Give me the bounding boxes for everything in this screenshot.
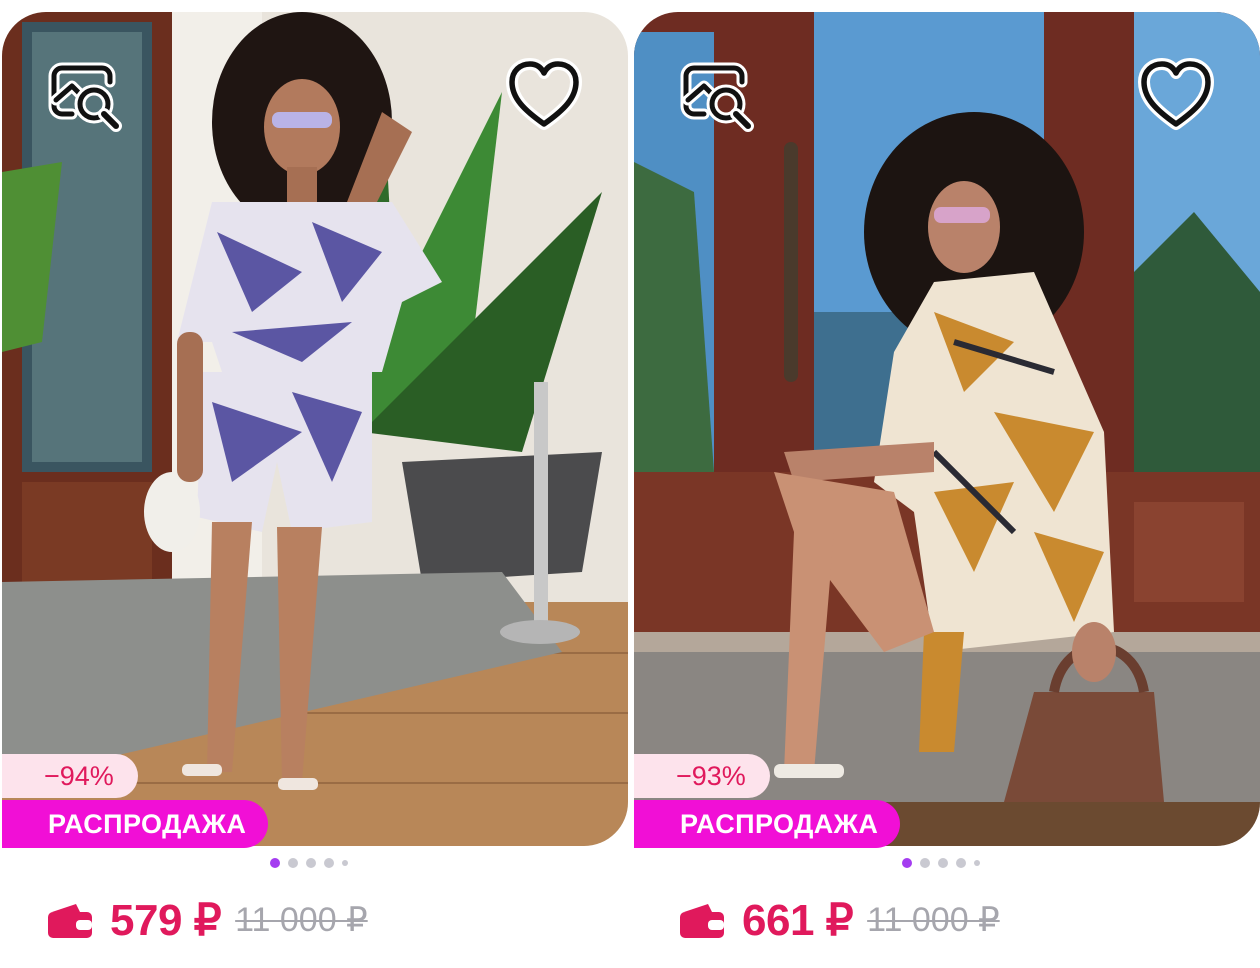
- carousel-dot[interactable]: [956, 858, 966, 868]
- sale-badge: РАСПРОДАЖА: [634, 800, 901, 848]
- carousel-dot[interactable]: [974, 860, 980, 866]
- visual-search-button[interactable]: [672, 50, 760, 138]
- old-price: 11 000 ₽: [235, 901, 368, 939]
- favorite-button[interactable]: [1132, 50, 1220, 138]
- visual-search-button[interactable]: [40, 50, 128, 138]
- favorite-button[interactable]: [500, 50, 588, 138]
- old-price: 11 000 ₽: [867, 901, 1000, 939]
- current-price: 661 ₽: [742, 895, 854, 945]
- carousel-indicator[interactable]: [270, 858, 348, 868]
- carousel-dot[interactable]: [920, 858, 930, 868]
- carousel-dot[interactable]: [288, 858, 298, 868]
- wallet-icon: [48, 904, 92, 938]
- current-price: 579 ₽: [110, 895, 222, 945]
- carousel-indicator[interactable]: [902, 858, 980, 868]
- heart-outline-icon: [1138, 58, 1214, 130]
- image-search-icon: [680, 62, 754, 132]
- carousel-dot[interactable]: [902, 858, 912, 868]
- carousel-dot[interactable]: [342, 860, 348, 866]
- sale-badge: РАСПРОДАЖА: [2, 800, 269, 848]
- price-row: 579 ₽ 11 000 ₽: [46, 890, 368, 950]
- carousel-dot[interactable]: [324, 858, 334, 868]
- image-search-icon: [48, 62, 122, 132]
- heart-outline-icon: [506, 58, 582, 130]
- product-card[interactable]: −93% РАСПРОДАЖА 661 ₽ 11 000 ₽: [634, 0, 1260, 968]
- discount-badge: −93%: [634, 754, 770, 798]
- carousel-dot[interactable]: [306, 858, 316, 868]
- product-card[interactable]: −94% РАСПРОДАЖА 579 ₽ 11 000 ₽: [2, 0, 628, 968]
- wallet-icon: [680, 904, 724, 938]
- discount-badge: −94%: [2, 754, 138, 798]
- price-row: 661 ₽ 11 000 ₽: [678, 890, 1000, 950]
- carousel-dot[interactable]: [270, 858, 280, 868]
- carousel-dot[interactable]: [938, 858, 948, 868]
